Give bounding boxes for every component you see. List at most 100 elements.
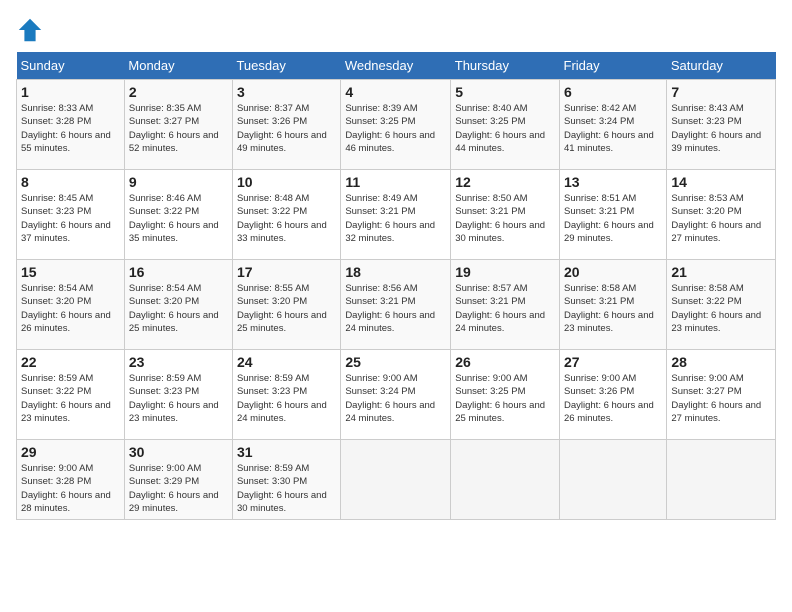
day-cell: 18 Sunrise: 8:56 AMSunset: 3:21 PMDayligh… (341, 260, 451, 350)
day-cell: 14 Sunrise: 8:53 AMSunset: 3:20 PMDayligh… (667, 170, 776, 260)
header-day-saturday: Saturday (667, 52, 776, 80)
day-info: Sunrise: 9:00 AMSunset: 3:24 PMDaylight:… (345, 372, 446, 425)
day-cell: 27 Sunrise: 9:00 AMSunset: 3:26 PMDayligh… (560, 350, 667, 440)
day-number: 24 (237, 354, 336, 370)
day-info: Sunrise: 8:59 AMSunset: 3:30 PMDaylight:… (237, 462, 336, 515)
day-info: Sunrise: 8:59 AMSunset: 3:23 PMDaylight:… (129, 372, 228, 425)
day-cell: 7 Sunrise: 8:43 AMSunset: 3:23 PMDaylight… (667, 80, 776, 170)
day-cell: 6 Sunrise: 8:42 AMSunset: 3:24 PMDaylight… (560, 80, 667, 170)
day-cell: 30Sunrise: 9:00 AMSunset: 3:29 PMDayligh… (124, 440, 232, 520)
calendar-table: SundayMondayTuesdayWednesdayThursdayFrid… (16, 52, 776, 520)
day-cell: 3 Sunrise: 8:37 AMSunset: 3:26 PMDaylight… (232, 80, 340, 170)
week-row-1: 1 Sunrise: 8:33 AMSunset: 3:28 PMDaylight… (17, 80, 776, 170)
day-info: Sunrise: 8:54 AMSunset: 3:20 PMDaylight:… (129, 282, 228, 335)
day-number: 19 (455, 264, 555, 280)
day-cell: 10 Sunrise: 8:48 AMSunset: 3:22 PMDayligh… (232, 170, 340, 260)
day-number: 17 (237, 264, 336, 280)
day-cell (451, 440, 560, 520)
day-number: 1 (21, 84, 120, 100)
day-info: Sunrise: 9:00 AMSunset: 3:25 PMDaylight:… (455, 372, 555, 425)
day-number: 21 (671, 264, 771, 280)
day-number: 31 (237, 444, 336, 460)
day-info: Sunrise: 8:59 AMSunset: 3:23 PMDaylight:… (237, 372, 336, 425)
day-number: 5 (455, 84, 555, 100)
day-info: Sunrise: 8:59 AMSunset: 3:22 PMDaylight:… (21, 372, 120, 425)
day-cell: 24 Sunrise: 8:59 AMSunset: 3:23 PMDayligh… (232, 350, 340, 440)
day-number: 11 (345, 174, 446, 190)
day-cell: 15 Sunrise: 8:54 AMSunset: 3:20 PMDayligh… (17, 260, 125, 350)
day-info: Sunrise: 8:54 AMSunset: 3:20 PMDaylight:… (21, 282, 120, 335)
day-number: 10 (237, 174, 336, 190)
day-number: 3 (237, 84, 336, 100)
day-info: Sunrise: 9:00 AMSunset: 3:28 PMDaylight:… (21, 462, 120, 515)
day-number: 27 (564, 354, 662, 370)
day-number: 25 (345, 354, 446, 370)
header-day-thursday: Thursday (451, 52, 560, 80)
day-info: Sunrise: 8:39 AMSunset: 3:25 PMDaylight:… (345, 102, 446, 155)
week-row-5: 29 Sunrise: 9:00 AMSunset: 3:28 PMDayligh… (17, 440, 776, 520)
day-cell: 5Sunrise: 8:40 AMSunset: 3:25 PMDaylight… (451, 80, 560, 170)
day-number: 22 (21, 354, 120, 370)
day-cell: 2 Sunrise: 8:35 AMSunset: 3:27 PMDaylight… (124, 80, 232, 170)
day-cell: 20 Sunrise: 8:58 AMSunset: 3:21 PMDayligh… (560, 260, 667, 350)
day-info: Sunrise: 9:00 AMSunset: 3:29 PMDaylight:… (129, 462, 228, 515)
day-info: Sunrise: 8:43 AMSunset: 3:23 PMDaylight:… (671, 102, 771, 155)
day-number: 23 (129, 354, 228, 370)
day-info: Sunrise: 8:37 AMSunset: 3:26 PMDaylight:… (237, 102, 336, 155)
day-info: Sunrise: 8:53 AMSunset: 3:20 PMDaylight:… (671, 192, 771, 245)
day-info: Sunrise: 8:51 AMSunset: 3:21 PMDaylight:… (564, 192, 662, 245)
day-cell: 4 Sunrise: 8:39 AMSunset: 3:25 PMDaylight… (341, 80, 451, 170)
day-cell: 19 Sunrise: 8:57 AMSunset: 3:21 PMDayligh… (451, 260, 560, 350)
day-number: 13 (564, 174, 662, 190)
header-day-monday: Monday (124, 52, 232, 80)
logo-icon (16, 16, 44, 44)
day-cell: 8Sunrise: 8:45 AMSunset: 3:23 PMDaylight… (17, 170, 125, 260)
day-info: Sunrise: 8:58 AMSunset: 3:22 PMDaylight:… (671, 282, 771, 335)
day-number: 4 (345, 84, 446, 100)
day-cell (667, 440, 776, 520)
day-number: 18 (345, 264, 446, 280)
day-cell: 11Sunrise: 8:49 AMSunset: 3:21 PMDayligh… (341, 170, 451, 260)
week-row-4: 22 Sunrise: 8:59 AMSunset: 3:22 PMDayligh… (17, 350, 776, 440)
day-info: Sunrise: 8:33 AMSunset: 3:28 PMDaylight:… (21, 102, 120, 155)
day-cell: 9Sunrise: 8:46 AMSunset: 3:22 PMDaylight… (124, 170, 232, 260)
header (16, 16, 776, 44)
day-cell (341, 440, 451, 520)
logo (16, 16, 48, 44)
day-info: Sunrise: 8:35 AMSunset: 3:27 PMDaylight:… (129, 102, 228, 155)
day-info: Sunrise: 9:00 AMSunset: 3:26 PMDaylight:… (564, 372, 662, 425)
day-cell: 28Sunrise: 9:00 AMSunset: 3:27 PMDayligh… (667, 350, 776, 440)
day-cell: 13 Sunrise: 8:51 AMSunset: 3:21 PMDayligh… (560, 170, 667, 260)
day-info: Sunrise: 8:57 AMSunset: 3:21 PMDaylight:… (455, 282, 555, 335)
day-cell: 31 Sunrise: 8:59 AMSunset: 3:30 PMDayligh… (232, 440, 340, 520)
day-info: Sunrise: 8:56 AMSunset: 3:21 PMDaylight:… (345, 282, 446, 335)
day-cell: 12Sunrise: 8:50 AMSunset: 3:21 PMDayligh… (451, 170, 560, 260)
day-cell: 22 Sunrise: 8:59 AMSunset: 3:22 PMDayligh… (17, 350, 125, 440)
day-info: Sunrise: 8:58 AMSunset: 3:21 PMDaylight:… (564, 282, 662, 335)
day-info: Sunrise: 8:55 AMSunset: 3:20 PMDaylight:… (237, 282, 336, 335)
day-number: 7 (671, 84, 771, 100)
day-number: 14 (671, 174, 771, 190)
day-number: 8 (21, 174, 120, 190)
day-number: 20 (564, 264, 662, 280)
day-number: 2 (129, 84, 228, 100)
day-cell: 26Sunrise: 9:00 AMSunset: 3:25 PMDayligh… (451, 350, 560, 440)
day-cell: 21 Sunrise: 8:58 AMSunset: 3:22 PMDayligh… (667, 260, 776, 350)
week-row-2: 8Sunrise: 8:45 AMSunset: 3:23 PMDaylight… (17, 170, 776, 260)
day-cell (560, 440, 667, 520)
day-info: Sunrise: 8:42 AMSunset: 3:24 PMDaylight:… (564, 102, 662, 155)
day-cell: 17 Sunrise: 8:55 AMSunset: 3:20 PMDayligh… (232, 260, 340, 350)
day-number: 15 (21, 264, 120, 280)
header-day-wednesday: Wednesday (341, 52, 451, 80)
header-day-friday: Friday (560, 52, 667, 80)
day-number: 9 (129, 174, 228, 190)
header-row: SundayMondayTuesdayWednesdayThursdayFrid… (17, 52, 776, 80)
header-day-sunday: Sunday (17, 52, 125, 80)
day-number: 28 (671, 354, 771, 370)
day-number: 29 (21, 444, 120, 460)
week-row-3: 15 Sunrise: 8:54 AMSunset: 3:20 PMDayligh… (17, 260, 776, 350)
day-number: 6 (564, 84, 662, 100)
day-info: Sunrise: 8:48 AMSunset: 3:22 PMDaylight:… (237, 192, 336, 245)
day-cell: 1 Sunrise: 8:33 AMSunset: 3:28 PMDaylight… (17, 80, 125, 170)
day-number: 12 (455, 174, 555, 190)
